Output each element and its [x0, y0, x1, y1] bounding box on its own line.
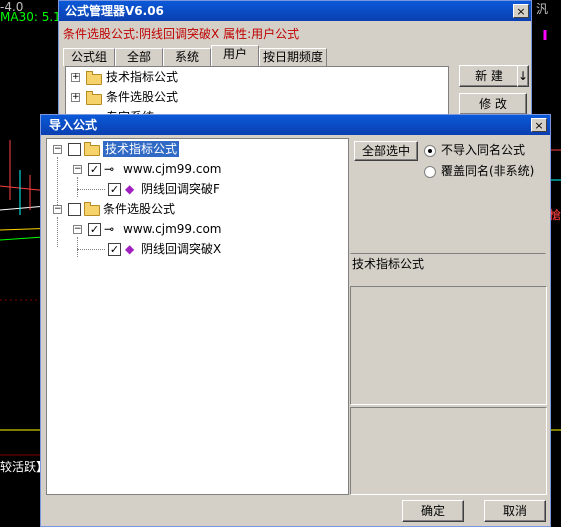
tree-item-formula-x[interactable]: 阴线回调突破X [141, 241, 221, 257]
radio-overwrite-same-name-label[interactable]: 覆盖同名(非系统) [441, 163, 534, 179]
description-panel [350, 286, 547, 405]
tree-item-site-2[interactable]: www.cjm99.com [123, 221, 222, 237]
collapse-icon[interactable]: − [53, 205, 62, 214]
ok-button[interactable]: 确定 [402, 500, 464, 522]
formula-manager-close-button[interactable]: × [513, 4, 529, 18]
import-dialog-titlebar[interactable]: 导入公式 [41, 115, 550, 135]
tree-connector [77, 177, 78, 197]
folder-icon [86, 91, 102, 105]
expand-icon[interactable]: + [71, 93, 80, 102]
import-formula-tree[interactable]: − 技术指标公式 − ✓ ⊸ www.cjm99.com ✓ ◆ 阴线回调突破F… [46, 138, 349, 495]
close-icon: × [534, 119, 544, 132]
tree-item-condition-selection[interactable]: 条件选股公式 [103, 201, 175, 217]
tab-label: 用户 [222, 47, 247, 61]
tab-by-date-frequency[interactable]: 按日期频度 [259, 48, 327, 66]
close-icon: × [516, 5, 526, 18]
arrow-down-icon: ↓ [518, 69, 529, 83]
category-panel: 技术指标公式 [350, 253, 546, 285]
category-label: 技术指标公式 [352, 257, 425, 271]
folder-icon [86, 71, 102, 85]
formula-manager-title: 公式管理器V6.06 [65, 4, 164, 18]
expand-icon[interactable]: + [71, 73, 80, 82]
tab-user[interactable]: 用户 [211, 45, 259, 67]
formula-info-text: 条件选股公式:阴线回调突破X 属性:用户公式 [63, 27, 300, 41]
tree-item-condition-selection[interactable]: 条件选股公式 [106, 88, 178, 106]
new-button[interactable]: 新 建 [459, 65, 519, 87]
import-dialog-close-button[interactable]: × [531, 118, 547, 132]
import-dialog-title: 导入公式 [49, 118, 98, 132]
select-all-label: 全部选中 [361, 144, 410, 158]
radio-skip-same-name-label[interactable]: 不导入同名公式 [441, 142, 525, 158]
new-button-label: 新 建 [475, 69, 503, 83]
tab-label: 系统 [174, 50, 199, 64]
radio-overwrite-same-name[interactable] [424, 166, 436, 178]
radio-skip-same-name[interactable] [424, 145, 436, 157]
tab-formula-group[interactable]: 公式组 [63, 48, 115, 66]
tree-checkbox-site-2[interactable]: ✓ [88, 223, 101, 236]
ok-button-label: 确定 [420, 504, 445, 518]
tree-checkbox-technical[interactable] [68, 143, 81, 156]
formula-diamond-icon: ◆ [125, 242, 135, 256]
tree-checkbox-formula-f[interactable]: ✓ [108, 183, 121, 196]
tab-label: 公式组 [70, 50, 107, 64]
tab-all[interactable]: 全部 [115, 48, 163, 66]
key-icon: ⊸ [104, 222, 115, 236]
import-formula-dialog: 导入公式 × − 技术指标公式 − ✓ ⊸ www.cjm99.com ✓ ◆ … [40, 114, 551, 527]
tree-connector [77, 249, 105, 250]
tree-connector [57, 157, 58, 207]
select-all-button[interactable]: 全部选中 [354, 141, 418, 161]
modify-button-label: 修 改 [479, 97, 507, 111]
collapse-icon[interactable]: − [53, 145, 62, 154]
tab-label: 全部 [126, 50, 151, 64]
tree-checkbox-formula-x[interactable]: ✓ [108, 243, 121, 256]
tree-connector [77, 189, 105, 190]
formula-diamond-icon: ◆ [125, 182, 135, 196]
folder-icon [84, 142, 100, 156]
folder-icon [84, 202, 100, 216]
key-icon: ⊸ [104, 162, 115, 176]
tree-item-site-1[interactable]: www.cjm99.com [123, 161, 222, 177]
detail-panel [350, 407, 547, 495]
tree-item-formula-f[interactable]: 阴线回调突破F [141, 181, 220, 197]
tree-checkbox-site-1[interactable]: ✓ [88, 163, 101, 176]
tab-system[interactable]: 系统 [163, 48, 211, 66]
new-dropdown-button[interactable]: ↓ [517, 65, 529, 87]
tab-label: 按日期频度 [262, 50, 323, 64]
collapse-icon[interactable]: − [73, 225, 82, 234]
tree-item-technical-indicators[interactable]: 技术指标公式 [103, 141, 180, 157]
tree-connector [57, 217, 58, 247]
tree-connector [77, 237, 78, 257]
cancel-button[interactable]: 取消 [484, 500, 546, 522]
cancel-button-label: 取消 [502, 504, 527, 518]
formula-manager-titlebar[interactable]: 公式管理器V6.06 [59, 1, 531, 21]
tree-item-technical-indicators[interactable]: 技术指标公式 [106, 68, 178, 86]
chart-top-right-text: 汎 [536, 2, 549, 16]
modify-button[interactable]: 修 改 [459, 93, 527, 115]
tree-checkbox-condition[interactable] [68, 203, 81, 216]
collapse-icon[interactable]: − [73, 165, 82, 174]
